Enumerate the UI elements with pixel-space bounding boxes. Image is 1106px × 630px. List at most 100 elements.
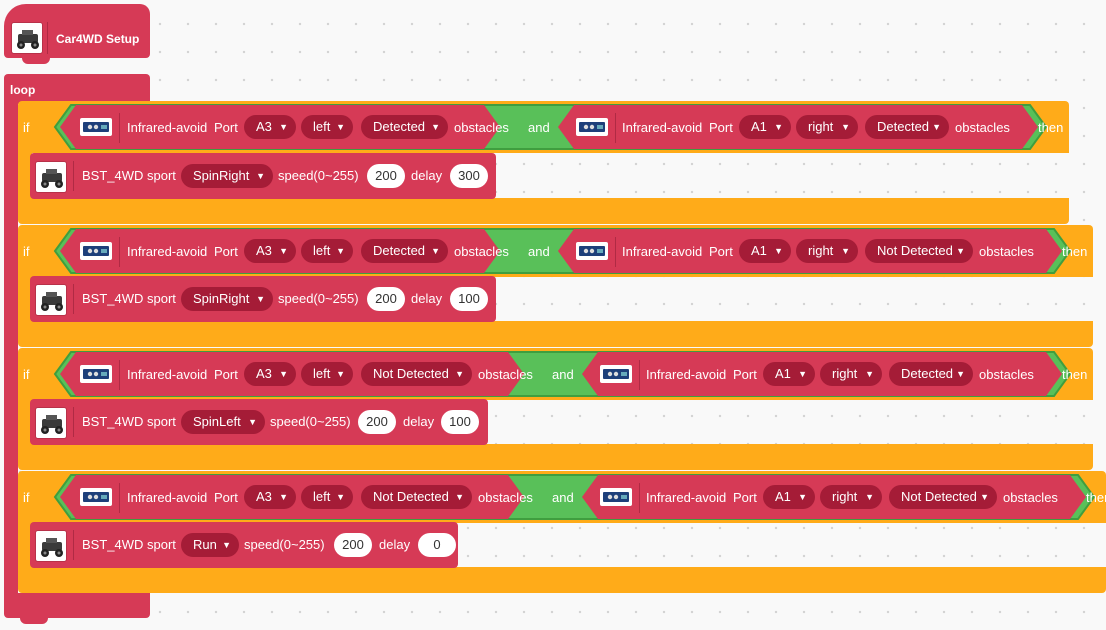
right-side-dropdown[interactable]: right ▼ <box>796 115 858 139</box>
right-state-dropdown-value: Detected <box>901 366 954 381</box>
action-separator <box>73 407 74 437</box>
left-port-dropdown[interactable]: A3 ▼ <box>244 239 296 263</box>
and-label: and <box>528 120 550 135</box>
left-port-dropdown[interactable]: A3 ▼ <box>244 362 296 386</box>
right-side-dropdown[interactable]: right ▼ <box>820 485 882 509</box>
triangle-down-icon: ▼ <box>279 492 288 502</box>
loop-arm <box>4 100 18 596</box>
delay-input[interactable]: 300 <box>450 164 488 188</box>
triangle-down-icon: ▼ <box>774 246 783 256</box>
triangle-down-icon: ▼ <box>336 369 345 379</box>
left-state-dropdown-value: Detected <box>373 243 426 258</box>
right-sensor-label: Infrared-avoid <box>646 490 727 505</box>
right-side-dropdown[interactable]: right ▼ <box>796 239 858 263</box>
left-side-dropdown-value: left <box>313 366 331 381</box>
triangle-down-icon: ▼ <box>336 122 345 132</box>
triangle-down-icon: ▼ <box>865 492 874 502</box>
right-port-dropdown[interactable]: A1 ▼ <box>739 115 791 139</box>
motor-action-label: BST_4WD sport <box>82 291 176 306</box>
left-side-dropdown[interactable]: left ▼ <box>301 362 353 386</box>
left-state-dropdown[interactable]: Not Detected ▼ <box>361 485 472 509</box>
action-separator <box>73 530 74 560</box>
right-port-dropdown[interactable]: A1 ▼ <box>739 239 791 263</box>
delay-label: delay <box>379 537 411 552</box>
right-state-dropdown[interactable]: Detected ▼ <box>889 362 973 386</box>
triangle-down-icon: ▼ <box>980 492 989 502</box>
left-port-dropdown[interactable]: A3 ▼ <box>244 485 296 509</box>
left-sensor-label: Infrared-avoid <box>127 490 208 505</box>
delay-label: delay <box>411 291 443 306</box>
motion-mode-dropdown[interactable]: SpinRight ▼ <box>181 287 273 311</box>
right-side-dropdown[interactable]: right ▼ <box>820 362 882 386</box>
triangle-down-icon: ▼ <box>956 369 965 379</box>
speed-input[interactable]: 200 <box>367 287 405 311</box>
speed-input[interactable]: 200 <box>358 410 396 434</box>
right-suffix-label: obstacles <box>1003 490 1058 505</box>
left-side-dropdown[interactable]: left ▼ <box>301 485 353 509</box>
setup-label: Car4WD Setup <box>56 32 140 46</box>
right-suffix-label: obstacles <box>979 367 1034 382</box>
motion-mode-dropdown[interactable]: SpinRight ▼ <box>181 164 273 188</box>
right-port-label: Port <box>733 490 757 505</box>
then-label: then <box>1062 244 1088 259</box>
delay-label: delay <box>411 168 443 183</box>
right-sensor-label: Infrared-avoid <box>646 367 727 382</box>
motor-action-label: BST_4WD sport <box>82 414 176 429</box>
left-state-dropdown[interactable]: Detected ▼ <box>361 115 448 139</box>
setup-notch <box>22 58 50 64</box>
right-port-dropdown[interactable]: A1 ▼ <box>763 485 815 509</box>
right-state-dropdown[interactable]: Not Detected ▼ <box>889 485 997 509</box>
infrared-sensor-icon <box>80 365 112 383</box>
right-state-dropdown-value: Not Detected <box>877 243 953 258</box>
right-port-dropdown[interactable]: A1 ▼ <box>763 362 815 386</box>
and-label: and <box>528 244 550 259</box>
motor-action-label: BST_4WD sport <box>82 537 176 552</box>
motion-mode-dropdown[interactable]: SpinLeft ▼ <box>181 410 265 434</box>
triangle-down-icon: ▼ <box>865 369 874 379</box>
right-side-dropdown-value: right <box>832 366 858 381</box>
delay-input[interactable]: 100 <box>450 287 488 311</box>
and-label: and <box>552 490 574 505</box>
speed-input[interactable]: 200 <box>367 164 405 188</box>
left-side-dropdown[interactable]: left ▼ <box>301 115 353 139</box>
infrared-sensor-icon <box>80 118 112 136</box>
sensor-separator <box>639 360 640 390</box>
left-side-dropdown[interactable]: left ▼ <box>301 239 353 263</box>
if-block-footer <box>18 198 1069 224</box>
speed-label: speed(0~255) <box>278 291 359 306</box>
infrared-sensor-icon <box>576 118 608 136</box>
triangle-down-icon: ▼ <box>336 492 345 502</box>
triangle-down-icon: ▼ <box>256 171 265 181</box>
left-state-dropdown[interactable]: Not Detected ▼ <box>361 362 472 386</box>
left-port-dropdown-value: A3 <box>256 243 272 258</box>
right-side-dropdown-value: right <box>808 243 834 258</box>
right-state-dropdown[interactable]: Not Detected ▼ <box>865 239 973 263</box>
triangle-down-icon: ▼ <box>279 369 288 379</box>
triangle-down-icon: ▼ <box>222 540 231 550</box>
speed-input[interactable]: 200 <box>334 533 372 557</box>
left-state-dropdown-value: Not Detected <box>373 489 449 504</box>
setup-block[interactable]: Car4WD Setup <box>4 4 150 58</box>
sensor-separator <box>119 360 120 390</box>
sensor-separator <box>119 113 120 143</box>
if-block-footer <box>18 444 1093 470</box>
delay-input[interactable]: 0 <box>418 533 456 557</box>
motion-mode-dropdown-value: SpinRight <box>193 168 250 183</box>
car-icon <box>35 284 67 316</box>
left-port-label: Port <box>214 367 238 382</box>
left-suffix-label: obstacles <box>478 490 533 505</box>
left-port-label: Port <box>214 490 238 505</box>
delay-input[interactable]: 100 <box>441 410 479 434</box>
left-port-dropdown[interactable]: A3 ▼ <box>244 115 296 139</box>
right-side-dropdown-value: right <box>808 119 834 134</box>
then-label: then <box>1086 490 1106 505</box>
motion-mode-dropdown[interactable]: Run ▼ <box>181 533 239 557</box>
left-state-dropdown[interactable]: Detected ▼ <box>361 239 448 263</box>
triangle-down-icon: ▼ <box>279 246 288 256</box>
car-icon <box>11 22 43 54</box>
right-port-dropdown-value: A1 <box>775 489 791 504</box>
if-block-footer <box>18 567 1106 593</box>
triangle-down-icon: ▼ <box>455 369 464 379</box>
right-state-dropdown[interactable]: Detected ▼ <box>865 115 949 139</box>
infrared-sensor-icon <box>576 242 608 260</box>
